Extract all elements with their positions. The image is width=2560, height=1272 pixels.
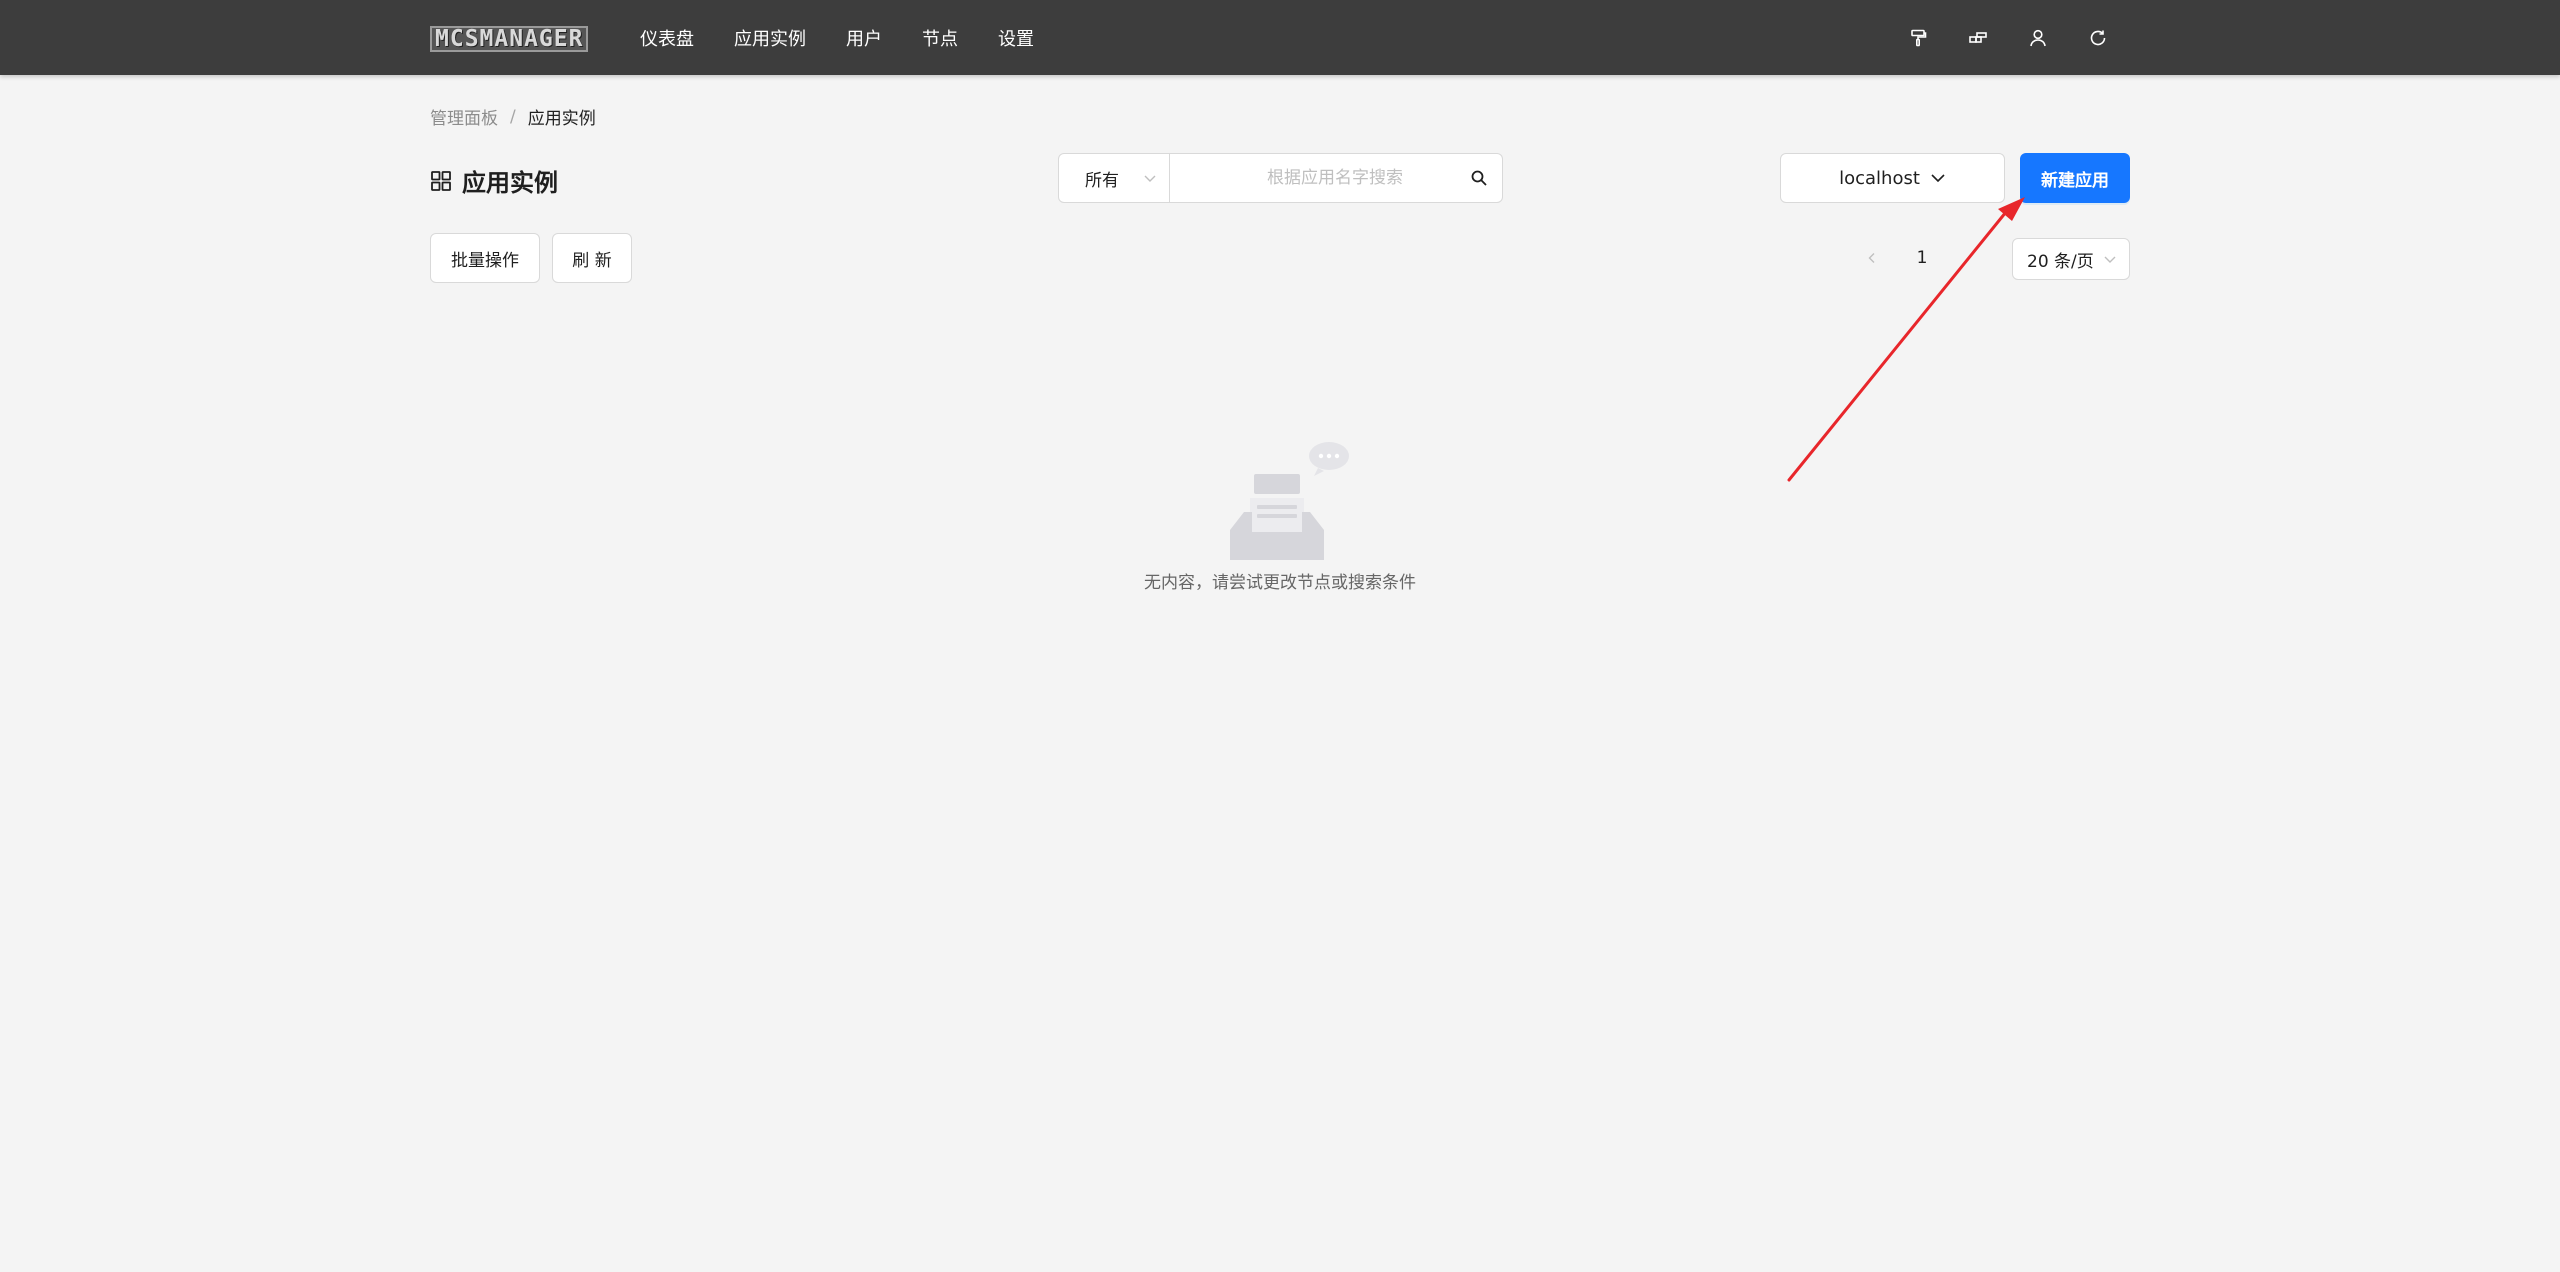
nav-dashboard[interactable]: 仪表盘 (640, 25, 694, 51)
user-icon[interactable] (2026, 26, 2050, 50)
node-select-value: localhost (1839, 167, 1920, 189)
breadcrumb-current: 应用实例 (527, 109, 596, 129)
nav-users[interactable]: 用户 (846, 25, 882, 51)
chevron-left-icon (1868, 253, 1875, 263)
search-icon[interactable] (1470, 169, 1488, 187)
breadcrumb: 管理面板 / 应用实例 (430, 104, 596, 130)
paint-roller-icon[interactable] (1906, 26, 1930, 50)
nav-nodes[interactable]: 节点 (922, 25, 958, 51)
layout-icon[interactable] (1966, 26, 1990, 50)
batch-operation-button[interactable]: 批量操作 (430, 233, 540, 283)
grid-icon (431, 170, 451, 191)
nav-settings[interactable]: 设置 (998, 25, 1034, 51)
refresh-button[interactable]: 刷 新 (552, 233, 632, 283)
search-box (1170, 153, 1503, 203)
chevron-down-icon (2104, 256, 2116, 263)
chevron-down-icon (1144, 175, 1156, 182)
reload-icon[interactable] (2086, 26, 2110, 50)
empty-message: 无内容，请尝试更改节点或搜索条件 (1144, 573, 1416, 593)
filter-group: 所有 (1058, 153, 1503, 203)
header-actions (1870, 0, 2110, 75)
main-nav: 仪表盘 应用实例 用户 节点 设置 (640, 0, 1074, 75)
chevron-down-icon (1931, 174, 1945, 183)
page-title-text: 应用实例 (462, 169, 558, 197)
nav-instances[interactable]: 应用实例 (734, 25, 806, 51)
search-input[interactable] (1170, 155, 1460, 201)
status-filter-select[interactable]: 所有 (1058, 153, 1170, 203)
logo[interactable]: MCSMANAGER (430, 26, 589, 52)
breadcrumb-separator: / (510, 106, 516, 127)
page-size-value: 20 条/页 (2027, 251, 2094, 272)
empty-inbox-icon (1230, 442, 1349, 560)
create-instance-button[interactable]: 新建应用 (2020, 153, 2130, 203)
node-select[interactable]: localhost (1780, 153, 2005, 203)
breadcrumb-admin-panel[interactable]: 管理面板 (430, 104, 498, 129)
logo-text: MCSMANAGER (430, 26, 589, 52)
status-filter-value: 所有 (1085, 170, 1119, 191)
top-navbar: MCSMANAGER 仪表盘 应用实例 用户 节点 设置 (0, 0, 2560, 75)
empty-state: 无内容，请尝试更改节点或搜索条件 (1080, 430, 1480, 593)
pagination-page[interactable]: 1 (1910, 242, 1934, 274)
page-title: 应用实例 (430, 163, 558, 198)
page-size-select[interactable]: 20 条/页 (2012, 238, 2130, 280)
pagination-prev[interactable] (1860, 246, 1884, 270)
